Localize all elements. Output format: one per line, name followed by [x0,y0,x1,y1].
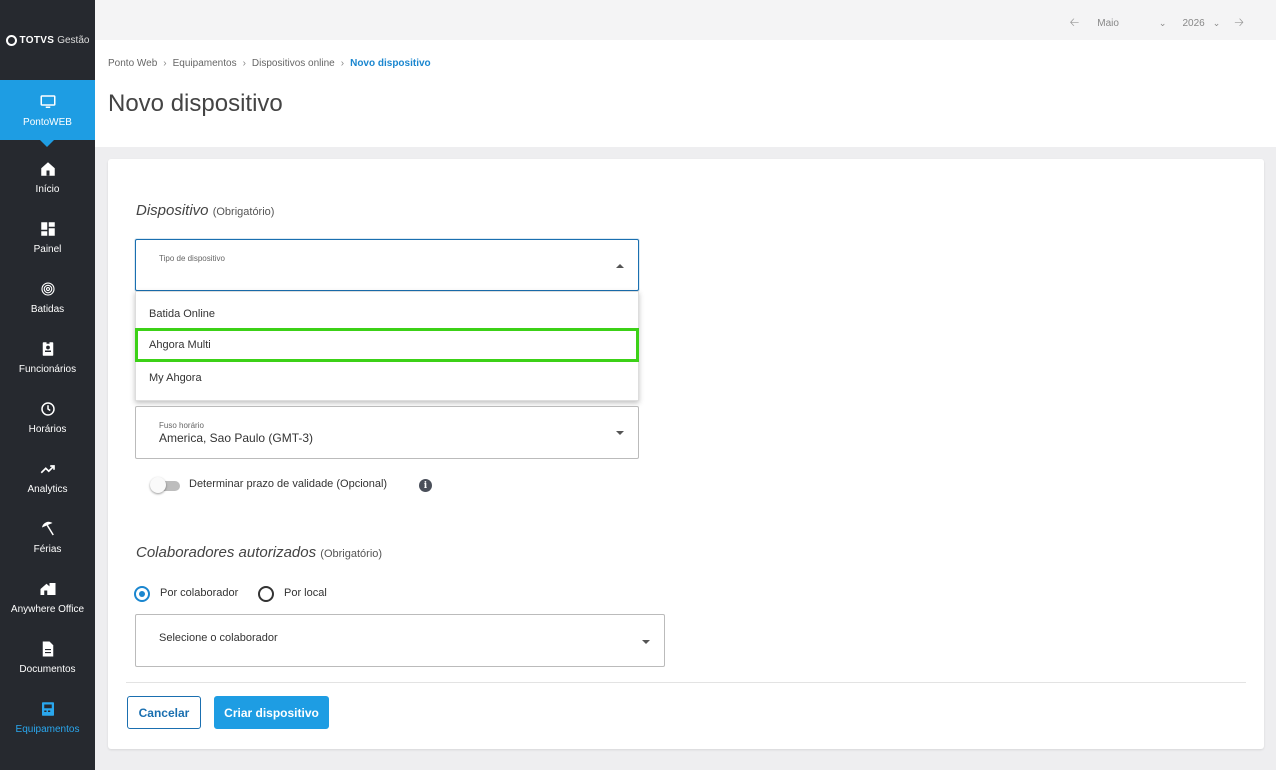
sidebar-item-label: Férias [33,543,62,555]
sidebar-item-label: Documentos [19,663,76,675]
next-period-arrow-icon[interactable]: 🡢 [1234,13,1244,34]
breadcrumb: Ponto Web › Equipamentos › Dispositivos … [108,58,431,69]
option-my-ahgora[interactable]: My Ahgora [136,362,638,394]
sidebar-item-anywhere-office[interactable]: Anywhere Office [0,567,95,627]
device-type-label: Tipo de dispositivo [159,254,225,263]
sidebar-item-painel[interactable]: Painel [0,207,95,267]
device-section-title: Dispositivo (Obrigatório) [136,202,274,219]
option-ahgora-multi[interactable]: Ahgora Multi [135,328,639,362]
trending-up-icon [40,464,55,473]
year-select[interactable]: 2026 [1182,18,1204,29]
home-icon [40,161,55,176]
sidebar-item-funcionarios[interactable]: Funcionários [0,327,95,387]
collaborator-placeholder: Selecione o colaborador [159,632,278,644]
clock-icon [40,401,55,416]
totvs-logo: TOTVS Gestão [0,0,95,80]
month-chevron-down-icon[interactable]: ⌄ [1159,18,1167,29]
month-select[interactable]: Maio [1097,18,1119,29]
actions-divider [126,682,1246,683]
sidebar-item-label: Início [35,183,60,195]
period-selector: 🡠 Maio ⌄ 2026 ⌄ 🡢 [1070,13,1245,34]
sidebar-item-label: Funcionários [18,363,77,375]
id-badge-icon [42,341,53,356]
page-title: Novo dispositivo [108,90,283,117]
sidebar-item-label: Horários [28,423,67,435]
logo-sub: Gestão [57,34,90,46]
sidebar-item-label: Batidas [30,303,65,315]
collaborator-select[interactable]: Selecione o colaborador [135,614,665,667]
validity-toggle[interactable] [150,477,180,493]
sidebar-item-label: Equipamentos [15,723,80,735]
house-office-icon [40,582,55,595]
sidebar-item-equipamentos[interactable]: Equipamentos [0,687,95,747]
beach-umbrella-icon [41,521,54,535]
device-icon [41,701,54,716]
breadcrumb-separator: › [163,58,167,69]
sidebar-item-documentos[interactable]: Documentos [0,627,95,687]
breadcrumb-separator: › [242,58,246,69]
radio-por-colaborador[interactable] [134,586,150,602]
sidebar-item-analytics[interactable]: Analytics [0,447,95,507]
sidebar-item-ferias[interactable]: Férias [0,507,95,567]
device-type-dropdown: Batida Online Ahgora Multi My Ahgora [135,291,639,401]
breadcrumb-equipamentos[interactable]: Equipamentos [173,58,237,69]
sidebar: TOTVS Gestão PontoWEB Início Painel Bati… [0,0,95,770]
create-device-button[interactable]: Criar dispositivo [214,696,329,729]
device-type-select[interactable]: Tipo de dispositivo [135,239,639,291]
sidebar-item-horarios[interactable]: Horários [0,387,95,447]
radio-por-local-label: Por local [284,587,327,599]
breadcrumb-dispositivos-online[interactable]: Dispositivos online [252,58,335,69]
logo-brand: TOTVS [19,34,55,46]
breadcrumb-current: Novo dispositivo [350,58,431,69]
radio-por-colaborador-label: Por colaborador [160,587,239,599]
year-chevron-down-icon[interactable]: ⌄ [1213,18,1221,29]
breadcrumb-ponto-web[interactable]: Ponto Web [108,58,157,69]
page-header: Ponto Web › Equipamentos › Dispositivos … [95,40,1276,147]
sidebar-item-batidas[interactable]: Batidas [0,267,95,327]
fingerprint-icon [40,281,55,296]
timezone-value: America, Sao Paulo (GMT-3) [159,431,314,445]
monitor-icon [40,94,55,108]
sidebar-item-label: Analytics [27,483,68,495]
totvs-logo-mark-icon [5,34,17,46]
form-card: Dispositivo (Obrigatório) Tipo de dispos… [108,159,1264,749]
device-section-heading: Dispositivo [136,202,209,219]
breadcrumb-separator: › [340,58,345,69]
top-bar: 🡠 Maio ⌄ 2026 ⌄ 🡢 [95,0,1276,40]
radio-por-local[interactable] [258,586,274,602]
validity-toggle-label: Determinar prazo de validade (Opcional) [189,478,388,490]
caret-down-icon [616,431,624,435]
info-icon[interactable]: i [419,479,432,492]
dashboard-icon [40,221,55,236]
device-section-required-note: (Obrigatório) [212,206,275,218]
sidebar-item-inicio[interactable]: Início [0,147,95,207]
sidebar-item-pontoweb[interactable]: PontoWEB [0,80,95,147]
sidebar-item-label: PontoWEB [23,116,72,128]
collab-section-required-note: (Obrigatório) [320,548,383,560]
timezone-label: Fuso horário [159,421,204,430]
sidebar-item-label: Painel [33,243,62,255]
document-icon [42,641,53,656]
collab-section-title: Colaboradores autorizados (Obrigatório) [136,544,382,561]
cancel-button[interactable]: Cancelar [127,696,201,729]
sidebar-item-label: Anywhere Office [10,603,85,615]
caret-up-icon [616,264,624,268]
toggle-knob [150,477,166,493]
timezone-select[interactable]: Fuso horário America, Sao Paulo (GMT-3) [135,406,639,459]
option-batida-online[interactable]: Batida Online [136,298,638,330]
previous-period-arrow-icon[interactable]: 🡠 [1070,13,1080,34]
caret-down-icon [642,640,650,644]
collab-section-heading: Colaboradores autorizados [136,544,317,561]
